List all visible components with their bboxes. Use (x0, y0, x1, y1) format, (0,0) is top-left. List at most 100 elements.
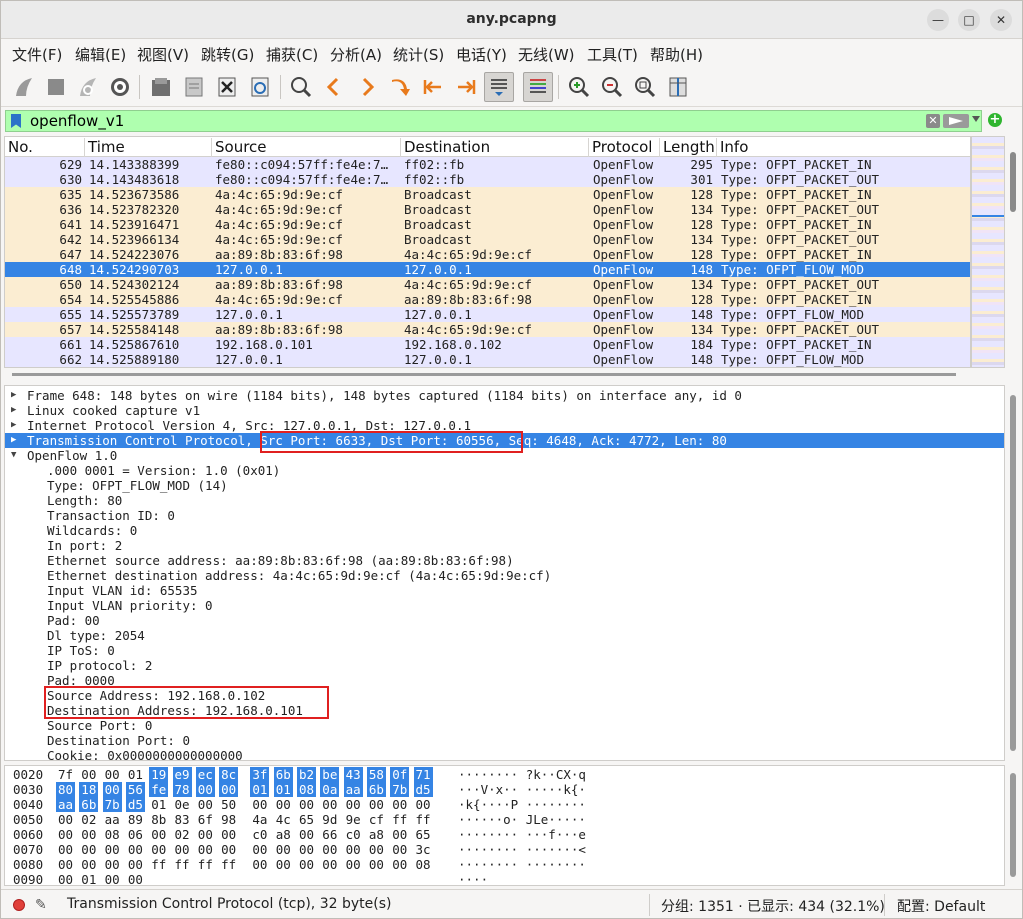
close-window-button[interactable]: ✕ (990, 9, 1012, 31)
packet-list-scrollbar[interactable] (1006, 136, 1020, 368)
hex-byte[interactable]: 6b (366, 782, 386, 797)
hex-byte[interactable]: 83 (175, 812, 190, 827)
collapsed-arrow-icon[interactable]: ▶ (11, 418, 16, 433)
hex-byte[interactable]: 00 (322, 797, 337, 812)
collapsed-arrow-icon[interactable]: ▶ (11, 388, 16, 403)
col-time[interactable]: Time (85, 138, 212, 157)
open-file-button[interactable] (146, 72, 176, 102)
hex-byte[interactable]: 00 (58, 857, 73, 872)
expanded-arrow-icon[interactable]: ▼ (11, 448, 16, 463)
minimize-button[interactable]: — (927, 9, 949, 31)
hex-byte[interactable]: aa (56, 797, 76, 812)
hex-byte[interactable]: ff (151, 857, 166, 872)
display-filter-input[interactable]: openflow_v1 ✕ (5, 110, 982, 132)
hex-byte[interactable]: 00 (198, 842, 213, 857)
menu-telephony[interactable]: 电话(Y) (456, 44, 507, 65)
hex-ascii[interactable]: ······o· JLe····· (458, 812, 586, 827)
hex-byte[interactable]: 00 (322, 842, 337, 857)
hex-byte[interactable]: be (320, 767, 340, 782)
packet-row[interactable]: 650 14.524302124 aa:89:8b:83:6f:98 4a:4c:65… (5, 277, 970, 292)
col-no[interactable]: No. (5, 138, 85, 157)
hex-byte[interactable]: 3c (416, 842, 431, 857)
hex-byte[interactable]: 01 (128, 767, 143, 782)
hex-byte[interactable]: 8c (219, 767, 239, 782)
hex-byte[interactable]: 00 (58, 827, 73, 842)
close-file-button[interactable] (212, 72, 242, 102)
packet-row[interactable]: 635 14.523673586 4a:4c:65:9d:9e:cf Broadcas… (5, 187, 970, 202)
hex-byte[interactable]: 0e (175, 797, 190, 812)
detail-row[interactable]: Input VLAN priority: 0 (5, 598, 1004, 613)
hex-byte[interactable]: 06 (128, 827, 143, 842)
hex-byte[interactable]: 7f (58, 767, 73, 782)
hex-byte[interactable]: 6f (198, 812, 213, 827)
hex-byte[interactable]: ff (221, 857, 236, 872)
hex-byte[interactable]: 08 (416, 857, 431, 872)
hex-byte[interactable]: 01 (151, 797, 166, 812)
col-info[interactable]: Info (717, 138, 970, 157)
col-source[interactable]: Source (212, 138, 401, 157)
detail-row[interactable]: .000 0001 = Version: 1.0 (0x01) (5, 463, 1004, 478)
hex-byte[interactable]: ff (392, 812, 407, 827)
hex-byte[interactable]: 56 (125, 782, 145, 797)
hex-byte[interactable]: e9 (172, 767, 192, 782)
hex-byte[interactable]: 65 (299, 812, 314, 827)
packet-row[interactable]: 657 14.525584148 aa:89:8b:83:6f:98 4a:4c:65… (5, 322, 970, 337)
menu-capture[interactable]: 捕获(C) (266, 44, 318, 65)
status-profile[interactable]: 配置: Default (897, 896, 985, 916)
capture-options-button[interactable] (105, 72, 135, 102)
detail-row[interactable]: Input VLAN id: 65535 (5, 583, 1004, 598)
detail-row[interactable]: Length: 80 (5, 493, 1004, 508)
next-packet-button[interactable] (352, 72, 382, 102)
hex-byte[interactable]: 0f (390, 767, 410, 782)
hex-byte[interactable]: 19 (149, 767, 169, 782)
packet-row[interactable]: 661 14.525867610 192.168.0.101 192.168.0.10… (5, 337, 970, 352)
hex-byte[interactable]: 00 (252, 797, 267, 812)
menu-tools[interactable]: 工具(T) (587, 44, 638, 65)
packet-row[interactable]: 655 14.525573789 127.0.0.1 127.0.0.1 OpenFlo… (5, 307, 970, 322)
col-protocol[interactable]: Protocol (589, 138, 660, 157)
detail-row[interactable]: Ethernet destination address: 4a:4c:65:9… (5, 568, 1004, 583)
hex-byte[interactable]: a8 (369, 827, 384, 842)
hex-byte[interactable]: 00 (346, 857, 361, 872)
colorize-button[interactable] (523, 72, 553, 102)
detail-row[interactable]: Source Port: 0 (5, 718, 1004, 733)
hex-byte[interactable]: 50 (221, 797, 236, 812)
hex-byte[interactable]: cf (369, 812, 384, 827)
col-length[interactable]: Length (660, 138, 717, 157)
hex-byte[interactable]: 89 (128, 812, 143, 827)
hex-byte[interactable]: ff (416, 812, 431, 827)
hex-byte[interactable]: 00 (105, 857, 120, 872)
hex-byte[interactable]: ff (175, 857, 190, 872)
zoom-in-button[interactable] (564, 72, 594, 102)
hex-byte[interactable]: 00 (175, 842, 190, 857)
hex-byte[interactable]: 00 (369, 842, 384, 857)
apply-filter-button[interactable] (943, 114, 969, 128)
packet-row[interactable]: 630 14.143483618 fe80::c094:57ff:fe4e:7… ff… (5, 172, 970, 187)
hex-byte[interactable]: 00 (198, 827, 213, 842)
hex-byte[interactable]: ff (198, 857, 213, 872)
hex-byte[interactable]: 01 (273, 782, 293, 797)
hex-byte[interactable]: 01 (81, 872, 96, 885)
menu-go[interactable]: 跳转(G) (201, 44, 254, 65)
hex-byte[interactable]: a8 (276, 827, 291, 842)
hex-byte[interactable]: 7b (390, 782, 410, 797)
last-packet-button[interactable] (451, 72, 481, 102)
hex-byte[interactable]: 00 (392, 827, 407, 842)
filter-history-dropdown[interactable] (972, 116, 980, 122)
hex-byte[interactable]: 9e (346, 812, 361, 827)
hex-byte[interactable]: 00 (392, 842, 407, 857)
hex-ascii[interactable]: ········ ···f···e (458, 827, 586, 842)
hex-byte[interactable]: 01 (250, 782, 270, 797)
bookmark-icon[interactable] (11, 114, 21, 128)
hex-byte[interactable]: 00 (81, 827, 96, 842)
hex-byte[interactable]: 00 (392, 797, 407, 812)
detail-row[interactable]: ▶ Frame 648: 148 bytes on wire (1184 bits… (5, 388, 1004, 403)
expert-info-icon[interactable] (13, 899, 25, 911)
hex-byte[interactable]: 9d (322, 812, 337, 827)
packet-row[interactable]: 629 14.143388399 fe80::c094:57ff:fe4e:7… ff… (5, 157, 970, 172)
hex-byte[interactable]: 00 (58, 812, 73, 827)
hex-ascii[interactable]: ·k{····P ········ (458, 797, 586, 812)
hex-byte[interactable]: 00 (276, 842, 291, 857)
hex-byte[interactable]: 00 (299, 797, 314, 812)
menu-help[interactable]: 帮助(H) (650, 44, 703, 65)
